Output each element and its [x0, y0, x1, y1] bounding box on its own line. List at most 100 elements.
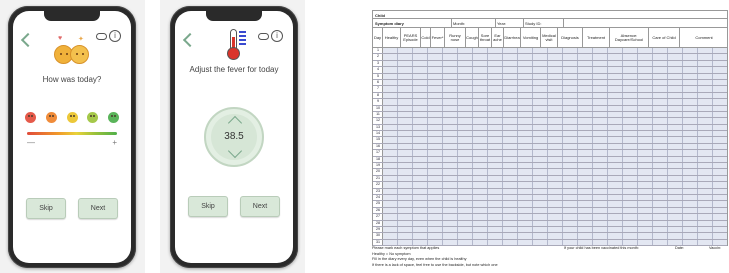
day-number: 25 [376, 201, 380, 206]
day-cells[interactable] [383, 105, 727, 111]
day-cells[interactable] [383, 124, 727, 131]
mood-face-row [25, 112, 119, 123]
day-cells[interactable] [383, 169, 727, 175]
child-label: Child [375, 13, 385, 18]
day-number: 30 [376, 233, 380, 238]
day-number: 12 [376, 118, 380, 123]
day-cells[interactable] [383, 226, 727, 233]
temperature-stepper[interactable]: 38.5 [204, 107, 264, 167]
day-number: 2 [377, 54, 379, 59]
top-icons: i [96, 30, 121, 42]
day-cells[interactable] [383, 79, 727, 86]
day-number: 18 [376, 156, 380, 161]
day-cells[interactable] [383, 48, 727, 54]
day-cells[interactable] [383, 239, 727, 246]
day-number: 10 [376, 105, 380, 110]
column-header: Treatment [583, 28, 610, 47]
sad-face-icon[interactable] [45, 112, 57, 123]
info-icon[interactable]: i [109, 30, 121, 42]
column-header: Cold [421, 28, 431, 47]
day-cells[interactable] [383, 150, 727, 156]
day-cells[interactable] [383, 92, 727, 99]
phone-notch [206, 11, 262, 21]
year-label: Year: [497, 21, 507, 26]
day-cells[interactable] [383, 175, 727, 182]
day-cells[interactable] [383, 214, 727, 220]
very-sad-face-icon[interactable] [25, 112, 36, 123]
phone-mockup-2: i Adjust the fever for today 38.5 Skip N… [170, 6, 298, 268]
sheet-day-rows: 1 2 3 4 5 6 7 8 9 10 11 12 13 14 15 16 17 18 19 20 21 22 23 24 2… [372, 48, 728, 247]
day-cells[interactable] [383, 194, 727, 201]
day-cells[interactable] [383, 156, 727, 163]
mood-scale-bar[interactable] [27, 132, 117, 135]
chevron-down-icon[interactable] [227, 143, 243, 159]
day-number: 13 [376, 124, 380, 129]
day-cells[interactable] [383, 182, 727, 188]
mood-question: How was today? [42, 75, 102, 84]
day-cells[interactable] [383, 201, 727, 207]
star-icon: ✦ [78, 36, 84, 43]
day-cells[interactable] [383, 207, 727, 214]
skip-button[interactable]: Skip [26, 198, 66, 219]
skip-button[interactable]: Skip [188, 196, 228, 217]
day-cells[interactable] [383, 163, 727, 169]
day-number: 14 [376, 131, 380, 136]
column-header: Sore throat [479, 28, 492, 47]
phone-notch [44, 11, 100, 21]
cloud-icon[interactable] [96, 32, 107, 40]
date-label: Date: [675, 246, 685, 250]
back-chevron-icon[interactable] [182, 32, 198, 48]
temperature-value: 38.5 [224, 131, 244, 142]
day-number: 17 [376, 150, 380, 155]
column-header: PEARS Episode [401, 28, 421, 47]
day-number: 8 [377, 92, 379, 97]
thermometer-icon [221, 27, 247, 61]
day-cells[interactable] [383, 86, 727, 92]
sheet-child-row: Child [372, 10, 728, 19]
day-cells[interactable] [383, 118, 727, 124]
day-number: 15 [376, 137, 380, 142]
column-header: Fever* [431, 28, 445, 47]
day-cells[interactable] [383, 131, 727, 137]
next-button[interactable]: Next [78, 198, 118, 219]
column-header: Diagnosis [558, 28, 583, 47]
day-number: 6 [377, 79, 379, 84]
day-cells[interactable] [383, 188, 727, 194]
day-cells[interactable] [383, 67, 727, 73]
top-icons: i [258, 30, 283, 42]
column-header: Diarrhea [504, 28, 521, 47]
day-cells[interactable] [383, 99, 727, 105]
back-chevron-icon[interactable] [20, 32, 36, 48]
day-cells[interactable] [383, 233, 727, 239]
day-number: 21 [376, 175, 380, 180]
day-number: 3 [377, 60, 379, 65]
neutral-face-icon[interactable] [66, 112, 78, 123]
day-number: 1 [377, 48, 379, 52]
day-cells[interactable] [383, 143, 727, 150]
next-button[interactable]: Next [240, 196, 280, 217]
sheet-footer-notes: Please mark each symptom that applies He… [372, 246, 728, 268]
day-cells[interactable] [383, 220, 727, 226]
day-number: 5 [377, 73, 379, 78]
day-number: 31 [376, 239, 380, 244]
day-cells[interactable] [383, 137, 727, 143]
phone-mockup-1: i ♥ ✦ How was today? — + Skip Next [8, 6, 136, 268]
chevron-up-icon[interactable] [227, 115, 243, 131]
day-cells[interactable] [383, 60, 727, 67]
day-number: 20 [376, 169, 380, 174]
day-cells[interactable] [383, 111, 727, 118]
column-header: Ear ache [492, 28, 504, 47]
cloud-icon[interactable] [258, 32, 269, 40]
day-number: 19 [376, 163, 380, 168]
month-label: Month: [453, 21, 466, 26]
happy-face-icon[interactable] [87, 112, 99, 123]
column-header: Healthy [383, 28, 401, 47]
day-cells[interactable] [383, 54, 727, 60]
day-number: 7 [377, 86, 379, 91]
column-header: Care of Child [649, 28, 680, 47]
day-number: 24 [376, 194, 380, 199]
day-cells[interactable] [383, 73, 727, 79]
info-icon[interactable]: i [271, 30, 283, 42]
column-header: Absence: Daycare/School [610, 28, 649, 47]
very-happy-face-icon[interactable] [108, 112, 119, 123]
